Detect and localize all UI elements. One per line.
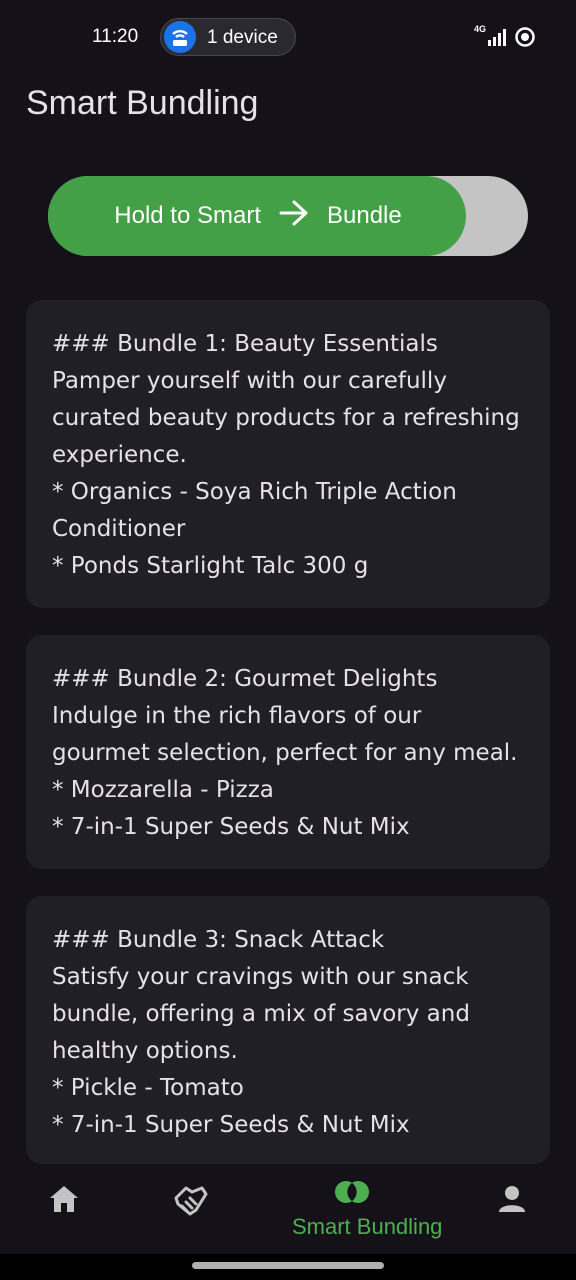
screen: 11:20 1 device 4G Smart Bundling Hold to… [0,0,576,1280]
signal-icon [488,28,510,51]
bundle-line: Satisfy your cravings with our snack [52,964,469,990]
bundle-line: Pamper yourself with our carefully [52,368,447,394]
bundle-line: experience. [52,442,187,468]
bundle-heading: ### Bundle 3: Snack Attack [52,927,385,953]
nav-deals[interactable] [131,1164,251,1254]
bundle-card-1: ### Bundle 1: Beauty Essentials Pamper y… [26,300,550,608]
bundle-line: curated beauty products for a refreshing [52,405,520,431]
slider-label-left: Hold to Smart [114,202,261,229]
bundle-card-2: ### Bundle 2: Gourmet Delights Indulge i… [26,635,550,869]
home-indicator[interactable] [192,1262,384,1269]
gesture-bar [0,1254,576,1280]
person-icon [497,1184,527,1219]
handshake-icon [172,1184,210,1223]
smart-bundling-icon [333,1180,371,1209]
bundle-line: * Pickle - Tomato [52,1075,244,1101]
router-icon [164,21,196,53]
bundle-line: * 7-in-1 Super Seeds & Nut Mix [52,814,410,840]
home-icon [48,1184,80,1219]
bundle-line: bundle, offering a mix of savory and [52,1001,470,1027]
bundle-line: Indulge in the rich flavors of our [52,703,422,729]
status-bar: 11:20 1 device 4G [0,0,576,76]
network-type: 4G [473,24,486,34]
nav-profile[interactable] [452,1164,572,1254]
nav-home[interactable] [4,1164,124,1254]
status-time: 11:20 [92,26,139,47]
device-chip[interactable]: 1 device [160,18,296,56]
bundle-line: gourmet selection, perfect for any meal. [52,740,518,766]
bundle-heading: ### Bundle 2: Gourmet Delights [52,666,438,692]
bundle-line: * Ponds Starlight Talc 300 g [52,553,369,579]
bundle-line: healthy options. [52,1038,238,1064]
bundle-heading: ### Bundle 1: Beauty Essentials [52,331,438,357]
bottom-nav: Smart Bundling [0,1164,576,1254]
bundle-line: * Mozzarella - Pizza [52,777,274,803]
bundle-card-3: ### Bundle 3: Snack Attack Satisfy your … [26,896,550,1164]
record-icon [514,26,536,53]
nav-smart-bundling[interactable]: Smart Bundling [292,1164,443,1254]
nav-label-smart-bundling: Smart Bundling [292,1214,443,1239]
arrow-right-icon [279,200,309,233]
smart-bundle-slider[interactable]: Hold to Smart Bundle [48,176,528,256]
page-title: Smart Bundling [26,84,259,122]
slider-label-right: Bundle [326,202,402,229]
bundle-line: * Organics - Soya Rich Triple Action [52,479,457,505]
slider-content: Hold to Smart Bundle [48,176,468,256]
bundle-line: Conditioner [52,516,186,542]
bundle-line: * 7-in-1 Super Seeds & Nut Mix [52,1112,410,1138]
device-chip-label: 1 device [207,27,278,48]
